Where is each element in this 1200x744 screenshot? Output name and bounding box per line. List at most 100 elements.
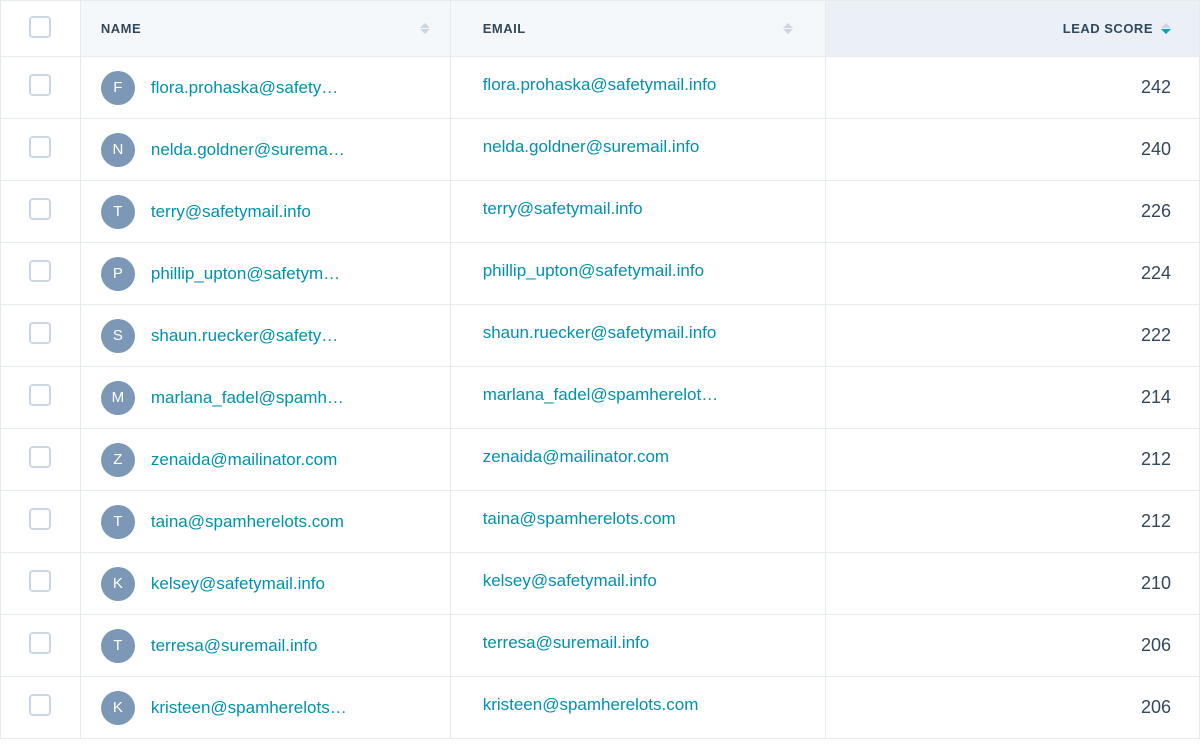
row-name-cell: Tterresa@suremail.info xyxy=(80,615,450,677)
row-name-cell: Nnelda.goldner@surema… xyxy=(80,119,450,181)
select-all-checkbox[interactable] xyxy=(29,16,51,38)
row-email-cell: phillip_upton@safetymail.info xyxy=(450,243,825,305)
row-checkbox[interactable] xyxy=(29,384,51,406)
row-select-cell xyxy=(1,119,81,181)
header-name-label: NAME xyxy=(101,21,141,36)
row-name-cell: Fflora.prohaska@safety… xyxy=(80,57,450,119)
row-select-cell xyxy=(1,553,81,615)
sort-icon xyxy=(783,23,793,34)
row-checkbox[interactable] xyxy=(29,322,51,344)
row-checkbox[interactable] xyxy=(29,694,51,716)
contact-name-link[interactable]: nelda.goldner@surema… xyxy=(151,140,345,160)
avatar: Z xyxy=(101,443,135,477)
contacts-table: NAME EMAIL LEAD SCORE xyxy=(0,0,1200,739)
row-lead-score-cell: 222 xyxy=(825,305,1199,367)
row-name-cell: Sshaun.ruecker@safety… xyxy=(80,305,450,367)
lead-score-value: 212 xyxy=(1141,511,1171,531)
lead-score-value: 222 xyxy=(1141,325,1171,345)
row-checkbox[interactable] xyxy=(29,74,51,96)
contact-name-link[interactable]: kelsey@safetymail.info xyxy=(151,574,325,594)
avatar: T xyxy=(101,629,135,663)
table-row: Mmarlana_fadel@spamh…marlana_fadel@spamh… xyxy=(1,367,1200,429)
contact-email-link[interactable]: shaun.ruecker@safetymail.info xyxy=(483,323,717,343)
row-select-cell xyxy=(1,615,81,677)
contact-email-link[interactable]: kristeen@spamherelots.com xyxy=(483,695,699,715)
header-email[interactable]: EMAIL xyxy=(450,1,825,57)
contact-email-link[interactable]: taina@spamherelots.com xyxy=(483,509,676,529)
lead-score-value: 206 xyxy=(1141,697,1171,717)
row-checkbox[interactable] xyxy=(29,570,51,592)
sort-icon xyxy=(420,23,430,34)
contact-name-link[interactable]: terresa@suremail.info xyxy=(151,636,318,656)
row-checkbox[interactable] xyxy=(29,136,51,158)
avatar: M xyxy=(101,381,135,415)
row-lead-score-cell: 212 xyxy=(825,491,1199,553)
lead-score-value: 226 xyxy=(1141,201,1171,221)
avatar: K xyxy=(101,567,135,601)
contact-name-link[interactable]: terry@safetymail.info xyxy=(151,202,311,222)
row-lead-score-cell: 206 xyxy=(825,677,1199,739)
row-checkbox[interactable] xyxy=(29,632,51,654)
avatar: S xyxy=(101,319,135,353)
row-email-cell: marlana_fadel@spamherelot… xyxy=(450,367,825,429)
lead-score-value: 210 xyxy=(1141,573,1171,593)
header-email-label: EMAIL xyxy=(483,21,526,36)
contact-email-link[interactable]: terresa@suremail.info xyxy=(483,633,650,653)
table-row: Nnelda.goldner@surema…nelda.goldner@sure… xyxy=(1,119,1200,181)
row-lead-score-cell: 224 xyxy=(825,243,1199,305)
header-lead-score-label: LEAD SCORE xyxy=(1063,21,1153,36)
lead-score-value: 242 xyxy=(1141,77,1171,97)
row-select-cell xyxy=(1,305,81,367)
table-row: Sshaun.ruecker@safety…shaun.ruecker@safe… xyxy=(1,305,1200,367)
header-name[interactable]: NAME xyxy=(80,1,450,57)
table-row: Tterresa@suremail.infoterresa@suremail.i… xyxy=(1,615,1200,677)
avatar: N xyxy=(101,133,135,167)
contact-email-link[interactable]: kelsey@safetymail.info xyxy=(483,571,657,591)
row-email-cell: taina@spamherelots.com xyxy=(450,491,825,553)
row-name-cell: Mmarlana_fadel@spamh… xyxy=(80,367,450,429)
table-row: Ttaina@spamherelots.comtaina@spamherelot… xyxy=(1,491,1200,553)
row-select-cell xyxy=(1,491,81,553)
lead-score-value: 212 xyxy=(1141,449,1171,469)
contact-name-link[interactable]: phillip_upton@safetym… xyxy=(151,264,340,284)
lead-score-value: 240 xyxy=(1141,139,1171,159)
contact-name-link[interactable]: taina@spamherelots.com xyxy=(151,512,344,532)
contact-name-link[interactable]: zenaida@mailinator.com xyxy=(151,450,337,470)
row-email-cell: shaun.ruecker@safetymail.info xyxy=(450,305,825,367)
row-name-cell: Tterry@safetymail.info xyxy=(80,181,450,243)
row-email-cell: nelda.goldner@suremail.info xyxy=(450,119,825,181)
lead-score-value: 214 xyxy=(1141,387,1171,407)
contact-email-link[interactable]: nelda.goldner@suremail.info xyxy=(483,137,700,157)
table-row: Tterry@safetymail.infoterry@safetymail.i… xyxy=(1,181,1200,243)
contact-name-link[interactable]: shaun.ruecker@safety… xyxy=(151,326,338,346)
contact-name-link[interactable]: flora.prohaska@safety… xyxy=(151,78,338,98)
row-email-cell: terresa@suremail.info xyxy=(450,615,825,677)
row-lead-score-cell: 240 xyxy=(825,119,1199,181)
row-email-cell: terry@safetymail.info xyxy=(450,181,825,243)
row-checkbox[interactable] xyxy=(29,446,51,468)
contact-email-link[interactable]: zenaida@mailinator.com xyxy=(483,447,669,467)
contact-email-link[interactable]: marlana_fadel@spamherelot… xyxy=(483,385,719,405)
lead-score-value: 224 xyxy=(1141,263,1171,283)
contact-email-link[interactable]: flora.prohaska@safetymail.info xyxy=(483,75,717,95)
table-row: Kkristeen@spamherelots…kristeen@spamhere… xyxy=(1,677,1200,739)
row-checkbox[interactable] xyxy=(29,260,51,282)
contact-email-link[interactable]: terry@safetymail.info xyxy=(483,199,643,219)
row-select-cell xyxy=(1,367,81,429)
row-checkbox[interactable] xyxy=(29,198,51,220)
row-select-cell xyxy=(1,243,81,305)
row-select-cell xyxy=(1,677,81,739)
contact-name-link[interactable]: kristeen@spamherelots… xyxy=(151,698,347,718)
row-name-cell: Pphillip_upton@safetym… xyxy=(80,243,450,305)
avatar: T xyxy=(101,505,135,539)
contact-name-link[interactable]: marlana_fadel@spamh… xyxy=(151,388,344,408)
row-email-cell: zenaida@mailinator.com xyxy=(450,429,825,491)
row-email-cell: flora.prohaska@safetymail.info xyxy=(450,57,825,119)
header-select-all xyxy=(1,1,81,57)
lead-score-value: 206 xyxy=(1141,635,1171,655)
table-row: Fflora.prohaska@safety…flora.prohaska@sa… xyxy=(1,57,1200,119)
row-name-cell: Ttaina@spamherelots.com xyxy=(80,491,450,553)
header-lead-score[interactable]: LEAD SCORE xyxy=(825,1,1199,57)
row-checkbox[interactable] xyxy=(29,508,51,530)
contact-email-link[interactable]: phillip_upton@safetymail.info xyxy=(483,261,704,281)
